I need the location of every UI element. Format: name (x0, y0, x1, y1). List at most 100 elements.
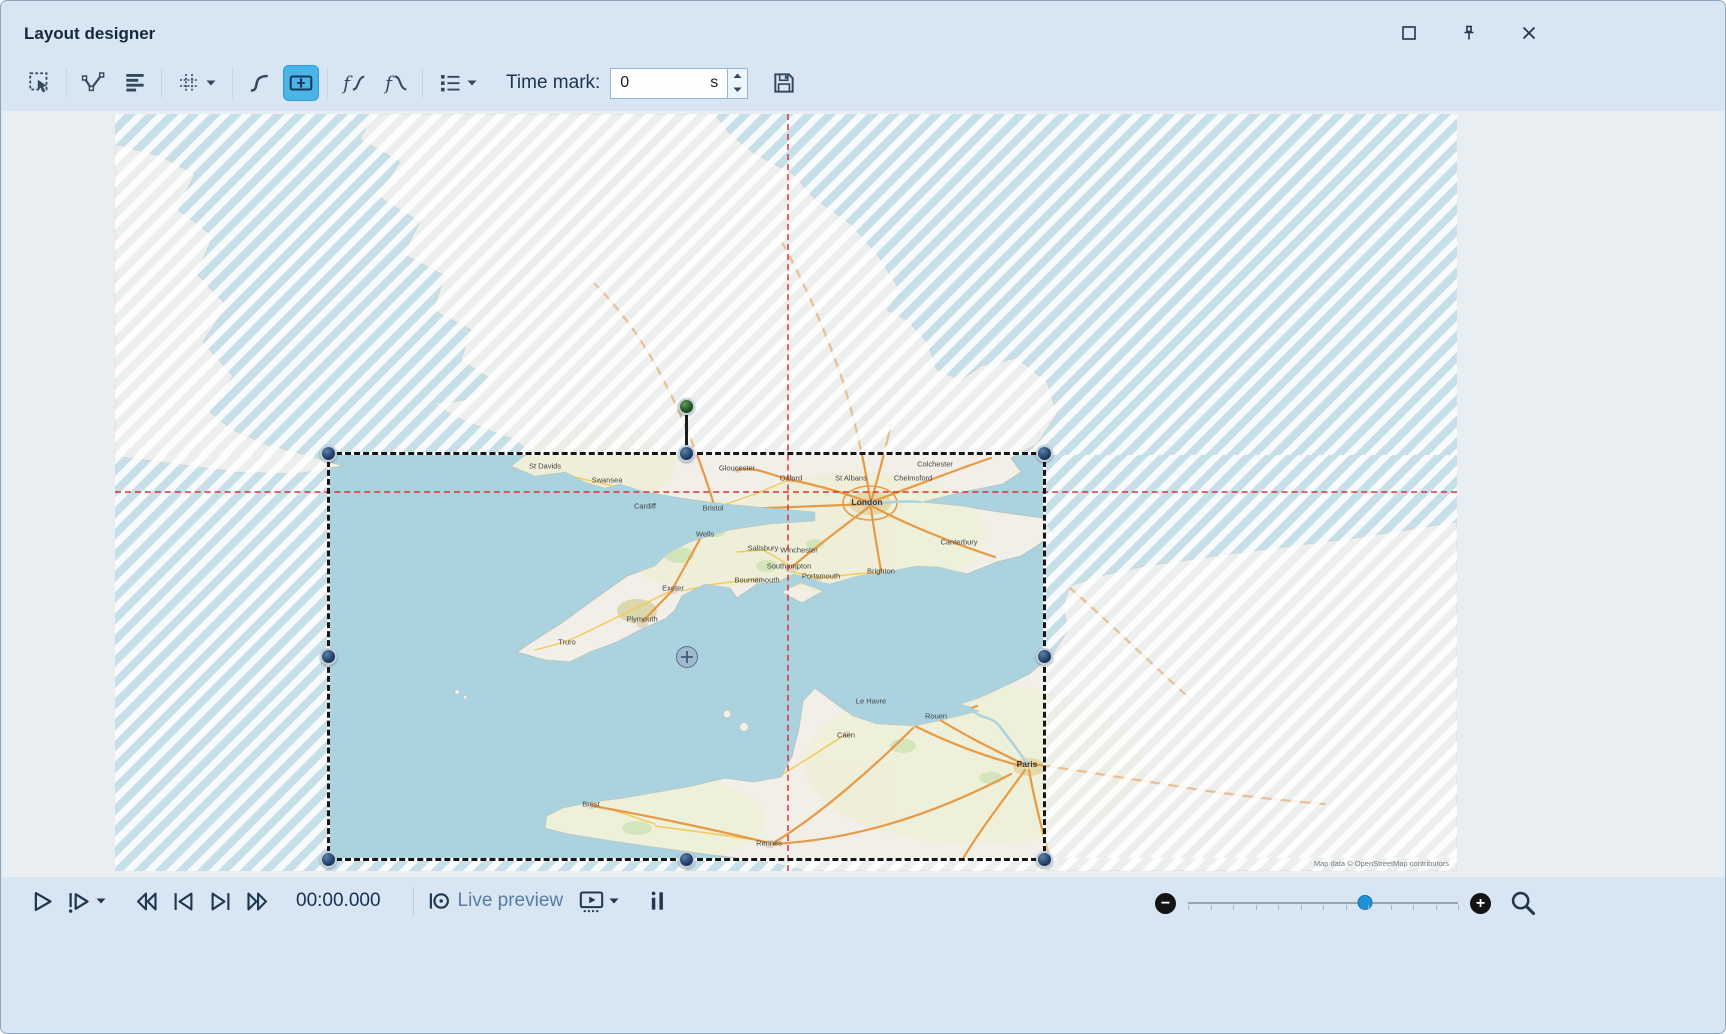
fast-forward-icon (244, 888, 271, 915)
zoom-slider-tick (1211, 905, 1212, 910)
layout-designer-window: Layout designer (0, 0, 1726, 1034)
viewport-tool-button[interactable] (283, 65, 319, 101)
grid-tool-button[interactable] (170, 65, 224, 101)
toolbar-separator (161, 68, 162, 98)
spin-up-icon (733, 73, 742, 79)
close-button[interactable] (1519, 23, 1539, 43)
resize-handle-nw[interactable] (320, 445, 337, 462)
svg-text:f: f (341, 74, 353, 95)
play-mode-dropdown-button[interactable] (95, 897, 107, 905)
node-edit-tool-button[interactable] (75, 65, 111, 101)
live-preview-icon (426, 888, 452, 914)
magnifier-button[interactable] (1509, 889, 1537, 917)
smooth-curve-tool-button[interactable] (241, 65, 277, 101)
zoom-controls: − + (1155, 889, 1537, 917)
dropdown-caret-icon (205, 79, 217, 87)
viewport-selection[interactable] (327, 452, 1046, 861)
fast-forward-button[interactable] (244, 888, 271, 915)
skip-to-start-button[interactable] (170, 888, 197, 915)
resize-handle-ne[interactable] (1036, 445, 1053, 462)
window-title: Layout designer (24, 24, 155, 44)
ease-out-tool-button[interactable]: f (378, 65, 414, 101)
skip-to-end-icon (207, 888, 234, 915)
zoom-slider-thumb[interactable] (1357, 895, 1372, 910)
time-mark-value: 0 (620, 74, 710, 92)
titlebar: Layout designer (1, 1, 1725, 55)
maximize-icon (1400, 24, 1418, 42)
resize-handle-s[interactable] (678, 851, 695, 868)
zoom-slider-tick (1346, 905, 1347, 910)
time-mark-input[interactable]: 0 s (610, 68, 728, 99)
skip-to-end-button[interactable] (207, 888, 234, 915)
bottom-bar: 00:00.000 Live preview (1, 877, 1725, 1033)
statistics-icon (646, 888, 672, 914)
move-handle[interactable] (676, 646, 698, 668)
pin-icon (1460, 24, 1478, 42)
dropdown-caret-icon (95, 897, 107, 905)
zoom-slider-tick (1436, 905, 1437, 910)
hatched-overlay-left (115, 455, 330, 858)
dropdown-caret-icon (466, 79, 478, 87)
resize-handle-e[interactable] (1036, 648, 1053, 665)
canvas[interactable]: St DavidsSwanseaCardiffBristolGloucester… (2, 111, 1725, 877)
toolbar: f f Time mark: 0 s (1, 55, 1725, 111)
time-mark-increment-button[interactable] (728, 69, 747, 84)
resize-handle-sw[interactable] (320, 851, 337, 868)
resize-handle-se[interactable] (1036, 851, 1053, 868)
zoom-slider-tick (1413, 905, 1414, 910)
zoom-slider-tick (1323, 905, 1324, 910)
zoom-slider-tick (1391, 905, 1392, 910)
svg-text:f: f (383, 74, 395, 95)
resize-handle-w[interactable] (320, 648, 337, 665)
rotation-handle[interactable] (678, 398, 695, 415)
grid-icon (177, 71, 201, 95)
toolbar-separator (422, 68, 423, 98)
zoom-slider[interactable] (1188, 891, 1458, 915)
zoom-slider-tick (1188, 905, 1189, 910)
preview-display-dropdown-button[interactable] (608, 897, 620, 905)
node-edit-icon (80, 70, 106, 96)
preview-display-button[interactable] (578, 888, 605, 915)
save-button[interactable] (766, 65, 802, 101)
play-button[interactable] (28, 888, 55, 915)
zoom-in-button[interactable]: + (1470, 893, 1491, 914)
maximize-button[interactable] (1399, 23, 1419, 43)
time-mark-spinner (728, 68, 748, 99)
toolbar-separator (66, 68, 67, 98)
magnifier-icon (1509, 889, 1537, 917)
layers-tool-button[interactable] (117, 65, 153, 101)
zoom-slider-tick (1256, 905, 1257, 910)
toolbar-separator (327, 68, 328, 98)
layers-icon (122, 70, 148, 96)
time-mark-decrement-button[interactable] (728, 83, 747, 98)
statistics-button[interactable] (646, 888, 672, 914)
zoom-slider-tick (1458, 905, 1459, 910)
zoom-slider-track[interactable] (1188, 902, 1458, 904)
time-mark-unit: s (710, 74, 718, 92)
playback-time: 00:00.000 (296, 890, 381, 912)
close-icon (1520, 24, 1538, 42)
zoom-slider-tick (1233, 905, 1234, 910)
dropdown-caret-icon (608, 897, 620, 905)
fast-backward-button[interactable] (133, 888, 160, 915)
select-transform-tool-button[interactable] (22, 65, 58, 101)
track-list-tool-button[interactable] (431, 65, 485, 101)
track-list-icon (438, 71, 462, 95)
pin-button[interactable] (1459, 23, 1479, 43)
preview-display-icon (578, 888, 605, 915)
ease-in-tool-button[interactable]: f (336, 65, 372, 101)
time-mark-label: Time mark: (506, 72, 600, 94)
zoom-out-button[interactable]: − (1155, 893, 1176, 914)
play-from-mark-button[interactable] (65, 888, 92, 915)
playback-controls: 00:00.000 Live preview (23, 887, 677, 915)
smooth-curve-icon (246, 70, 272, 96)
resize-handle-n[interactable] (678, 445, 695, 462)
viewport-icon (288, 70, 314, 96)
spin-down-icon (733, 87, 742, 93)
fast-backward-icon (133, 888, 160, 915)
hatched-overlay-top (115, 114, 1457, 455)
window-controls (1399, 23, 1539, 43)
hatched-overlay-right (1043, 455, 1457, 858)
skip-to-start-icon (170, 888, 197, 915)
ease-out-icon: f (383, 70, 409, 96)
